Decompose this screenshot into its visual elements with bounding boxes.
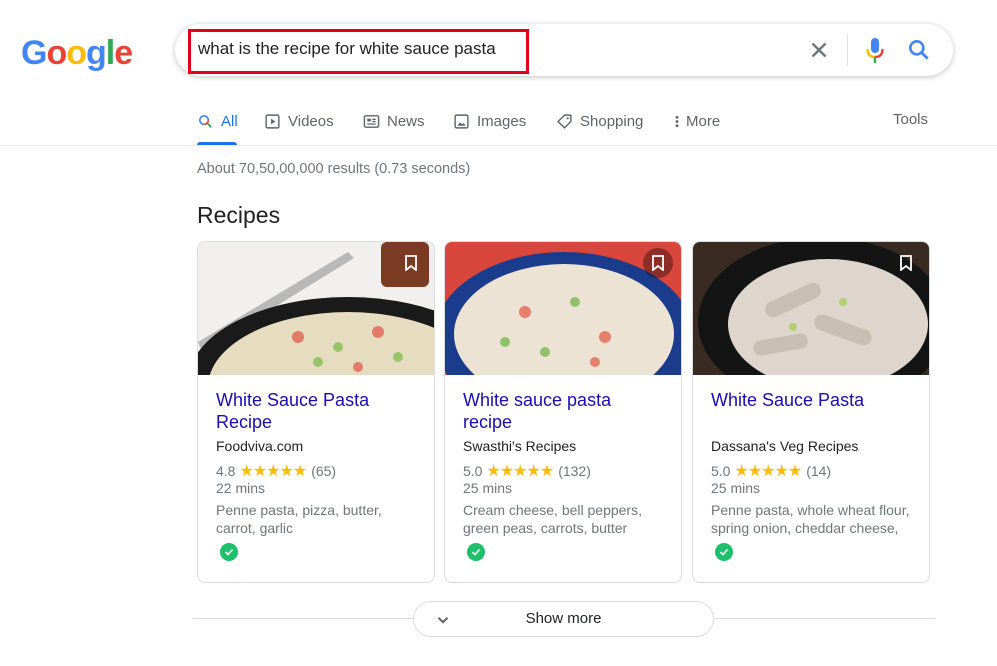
tab-label: News	[387, 112, 425, 130]
logo-letter: o	[46, 34, 67, 72]
more-vert-icon	[675, 115, 679, 127]
search-divider	[847, 34, 848, 66]
tab-videos[interactable]: Videos	[264, 110, 334, 132]
rating-value: 5.0	[463, 463, 483, 479]
review-count: (14)	[806, 463, 832, 479]
show-more-label: Show more	[525, 610, 602, 627]
tab-label: Shopping	[580, 112, 644, 130]
logo-letter: o	[66, 34, 87, 72]
tools-button[interactable]: Tools	[893, 111, 928, 128]
logo-letter: g	[86, 34, 107, 72]
recipe-image[interactable]	[445, 242, 681, 375]
recipe-card[interactable]: White Sauce Pasta Recipe Foodviva.com 4.…	[197, 241, 435, 583]
clear-search-button[interactable]	[806, 37, 832, 63]
recipe-rating: 4.8 ★★★★★ (65)	[216, 461, 336, 481]
tab-label: All	[221, 112, 238, 130]
star-rating-icon: ★★★★★	[734, 463, 802, 480]
tab-label: More	[686, 112, 721, 130]
star-rating-icon: ★★★★★	[239, 463, 307, 480]
close-icon	[811, 42, 827, 58]
save-recipe-button[interactable]	[891, 248, 921, 278]
recipe-rating: 5.0 ★★★★★ (14)	[711, 461, 831, 481]
video-icon	[265, 113, 280, 129]
news-icon	[363, 114, 380, 128]
recipe-title-link[interactable]: White Sauce Pasta	[711, 389, 911, 411]
search-button[interactable]	[906, 37, 932, 63]
google-logo[interactable]: Google	[21, 34, 133, 73]
bookmark-icon	[900, 255, 912, 271]
search-icon	[198, 114, 212, 128]
logo-letter: l	[105, 34, 116, 72]
recipe-title-link[interactable]: White sauce pasta recipe	[463, 389, 663, 433]
tab-label: Videos	[288, 112, 334, 130]
logo-letter: G	[21, 34, 47, 72]
review-count: (65)	[311, 463, 337, 479]
microphone-icon	[866, 38, 884, 63]
recipe-time: 22 mins	[216, 480, 266, 496]
bookmark-icon	[405, 255, 417, 271]
recipe-card[interactable]: White sauce pasta recipe Swasthi's Recip…	[444, 241, 682, 583]
recipe-source: Dassana's Veg Recipes	[711, 438, 859, 454]
tab-news[interactable]: News	[363, 110, 425, 132]
verified-check-icon	[467, 543, 485, 561]
recipe-card[interactable]: White Sauce Pasta Dassana's Veg Recipes …	[692, 241, 930, 583]
tab-label: Images	[477, 112, 527, 130]
star-rating-icon: ★★★★★	[486, 463, 554, 480]
tab-all[interactable]: All	[197, 110, 238, 132]
recipe-source: Foodviva.com	[216, 438, 304, 454]
bookmark-icon	[652, 255, 664, 271]
rating-value: 5.0	[711, 463, 731, 479]
tag-icon	[557, 113, 572, 129]
verified-check-icon	[220, 543, 238, 561]
recipe-ingredients: Penne pasta, whole wheat flour, spring o…	[711, 502, 910, 536]
tab-more[interactable]: More	[672, 110, 720, 132]
save-recipe-button[interactable]	[643, 248, 673, 278]
image-icon	[454, 113, 469, 129]
recipe-time: 25 mins	[711, 480, 761, 496]
tab-shopping[interactable]: Shopping	[556, 110, 643, 132]
verified-check-icon	[715, 543, 733, 561]
recipe-ingredients: Cream cheese, bell peppers, green peas, …	[463, 502, 642, 536]
recipe-image[interactable]	[198, 242, 434, 375]
recipe-time: 25 mins	[463, 480, 513, 496]
search-icon	[909, 40, 929, 60]
recipe-ingredients: Penne pasta, pizza, butter, carrot, garl…	[216, 502, 382, 536]
result-stats: About 70,50,00,000 results (0.73 seconds…	[197, 161, 471, 177]
rating-value: 4.8	[216, 463, 236, 479]
tabs-divider	[0, 145, 997, 146]
show-more-button[interactable]: Show more	[413, 601, 714, 637]
recipe-title-link[interactable]: White Sauce Pasta Recipe	[216, 389, 416, 433]
recipes-heading: Recipes	[197, 202, 281, 228]
recipe-source: Swasthi's Recipes	[463, 438, 577, 454]
logo-letter: e	[114, 34, 133, 72]
save-recipe-button[interactable]	[396, 248, 426, 278]
recipe-image[interactable]	[693, 242, 929, 375]
voice-search-button[interactable]	[864, 36, 886, 66]
search-input[interactable]: what is the recipe for white sauce pasta	[198, 39, 496, 59]
recipe-rating: 5.0 ★★★★★ (132)	[463, 461, 591, 481]
tab-images[interactable]: Images	[453, 110, 526, 132]
review-count: (132)	[558, 463, 591, 479]
